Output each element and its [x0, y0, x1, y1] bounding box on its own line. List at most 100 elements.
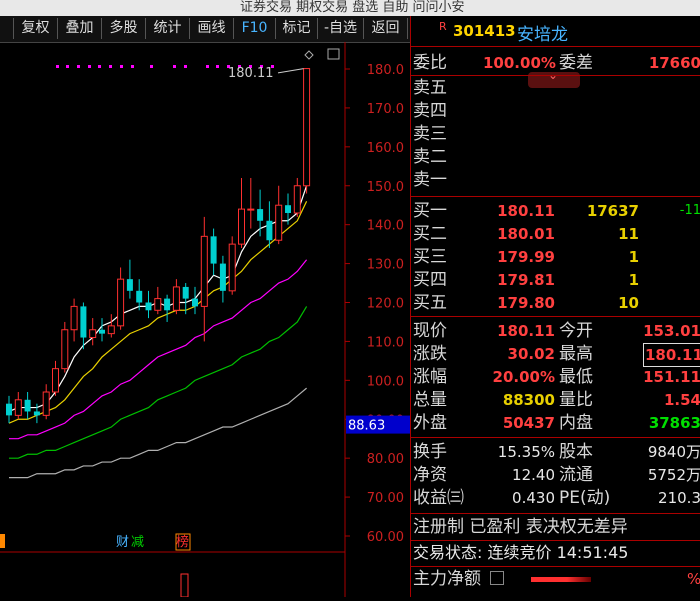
- price-tick-label: 160.0: [367, 141, 404, 156]
- fund-value: 210.3: [658, 489, 700, 507]
- fund-label: 股本: [559, 442, 593, 462]
- buy-volume: 1: [628, 248, 639, 266]
- stat-value: 37863: [648, 414, 700, 432]
- candle-body-up: [70, 305, 78, 331]
- separator: [411, 75, 700, 76]
- fund-label: 净资: [413, 465, 447, 485]
- main-flow-row[interactable]: 主力净额 %: [413, 568, 700, 590]
- candle-body-up: [107, 325, 115, 335]
- weibi-value: 100.00%: [483, 54, 556, 72]
- marker-dot: [131, 65, 134, 68]
- fund-value: 12.40: [512, 466, 555, 484]
- candle-body-up: [247, 208, 255, 211]
- mark-button[interactable]: 标记: [276, 18, 318, 39]
- window-title-strip: 证券交易 期权交易 盘选 自助 问问小安: [0, 0, 700, 16]
- f10-button[interactable]: F10: [234, 18, 276, 39]
- buy-row[interactable]: 买五 179.80 10: [413, 292, 700, 314]
- candle-body-up: [14, 399, 22, 416]
- marker-dot: [66, 65, 69, 68]
- multi-stock-button[interactable]: 多股: [102, 18, 146, 39]
- price-tick-label: 140.0: [367, 219, 404, 234]
- overlay-button[interactable]: 叠加: [58, 18, 102, 39]
- buy-row[interactable]: 买四 179.81 1: [413, 269, 700, 291]
- marker-dot: [88, 65, 91, 68]
- remove-watchlist-button[interactable]: -自选: [318, 18, 364, 39]
- quote-stat-row: 外盘 50437 内盘 37863: [413, 412, 700, 434]
- fund-label: 流通: [559, 465, 593, 485]
- quote-stat-row: 涨跌 30.02 最高 180.11: [413, 343, 700, 367]
- buy-label: 买二: [413, 224, 447, 244]
- candle-body-down: [266, 220, 273, 241]
- fund-value: 0.430: [512, 489, 555, 507]
- restore-rights-button[interactable]: 复权: [14, 18, 58, 39]
- fund-label: 收益㈢: [413, 488, 464, 508]
- stat-value: 50437: [502, 414, 555, 432]
- candle-body-up: [275, 204, 283, 241]
- buy-row[interactable]: 买三 179.99 1: [413, 246, 700, 268]
- stat-label: 涨跌: [413, 344, 447, 364]
- stat-value: 153.01: [643, 322, 700, 340]
- buy-change: -11: [679, 203, 700, 218]
- candle-body-down: [80, 306, 87, 338]
- marker-dot: [98, 65, 101, 68]
- candle-body-down: [33, 411, 40, 416]
- fundamental-row: 收益㈢ 0.430 PE(动) 210.3: [413, 487, 700, 509]
- marker-dot: [173, 65, 176, 68]
- ma60-line: [9, 387, 307, 479]
- marker-dot: [109, 65, 112, 68]
- sell5-label: 卖五: [413, 78, 447, 98]
- candle-body-down: [210, 236, 217, 264]
- buy-label: 买一: [413, 201, 447, 221]
- buy-volume: 11: [618, 225, 639, 243]
- stat-label: 涨幅: [413, 367, 447, 387]
- kline-chart[interactable]: 180.0 170.0 160.0 150.0 140.0 130.0 120.0 110.0…: [0, 42, 410, 598]
- detail-list-icon[interactable]: [489, 571, 504, 585]
- stat-value: 88300: [502, 391, 555, 409]
- stock-header: R 301413 安培龙: [411, 16, 700, 47]
- buy-volume: 10: [618, 294, 639, 312]
- high-price-pointer: [277, 68, 304, 74]
- buy-label: 买五: [413, 293, 447, 313]
- candle-body-down: [126, 279, 133, 291]
- candle-body-up: [200, 235, 208, 307]
- quote-stat-row: 总量 88300 量比 1.54: [413, 389, 700, 411]
- candle-body-down: [24, 399, 31, 412]
- main-flow-label: 主力净额: [413, 569, 481, 589]
- back-button[interactable]: 返回: [364, 18, 408, 39]
- price-tick-label: 150.0: [367, 180, 404, 195]
- fund-label: 换手: [413, 442, 447, 462]
- marker-dot: [184, 65, 187, 68]
- volume-bar: [180, 573, 189, 598]
- marker-dot: [77, 65, 80, 68]
- stat-label: 总量: [413, 390, 447, 410]
- chart-toolbar: 复权 叠加 多股 统计 画线 F10 标记 -自选 返回: [0, 16, 410, 43]
- registration-flag: R: [439, 20, 447, 33]
- buy-row[interactable]: 买一 180.11 17637 -11: [413, 200, 700, 222]
- candle-body-down: [164, 298, 171, 311]
- high-price-label: 180.11: [228, 66, 274, 81]
- kline-chart-area[interactable]: 180.0 170.0 160.0 150.0 140.0 130.0 120.0 110.0…: [0, 42, 410, 598]
- draw-line-button[interactable]: 画线: [190, 18, 234, 39]
- fund-value: 9840万: [647, 443, 700, 461]
- diamond-icon: [304, 50, 314, 60]
- separator: [411, 196, 700, 197]
- quote-panel: R 301413 安培龙 委比 100.00% 委差 17660 ⌄ 卖五 卖四…: [410, 16, 700, 597]
- price-tick-label: 170.0: [367, 102, 404, 117]
- statistics-button[interactable]: 统计: [146, 18, 190, 39]
- candle-body-up: [172, 286, 180, 311]
- candle-body-down: [257, 209, 264, 221]
- buy-price: 179.99: [497, 248, 555, 266]
- stat-value: 20.00%: [492, 368, 555, 386]
- candle-body-up: [303, 68, 311, 187]
- candle-body-up: [52, 368, 59, 393]
- window-toggle-icon: [327, 48, 340, 60]
- sell3-label: 卖三: [413, 124, 447, 144]
- price-tick-label: 70.00: [367, 491, 404, 506]
- stat-label: 最高: [559, 344, 593, 364]
- sell1-label: 卖一: [413, 170, 447, 190]
- stat-value: 180.11: [497, 322, 555, 340]
- candle-body-up: [61, 329, 69, 370]
- stat-label: 内盘: [559, 413, 593, 433]
- buy-row[interactable]: 买二 180.01 11: [413, 223, 700, 245]
- price-tick-label: 180.0: [367, 63, 404, 78]
